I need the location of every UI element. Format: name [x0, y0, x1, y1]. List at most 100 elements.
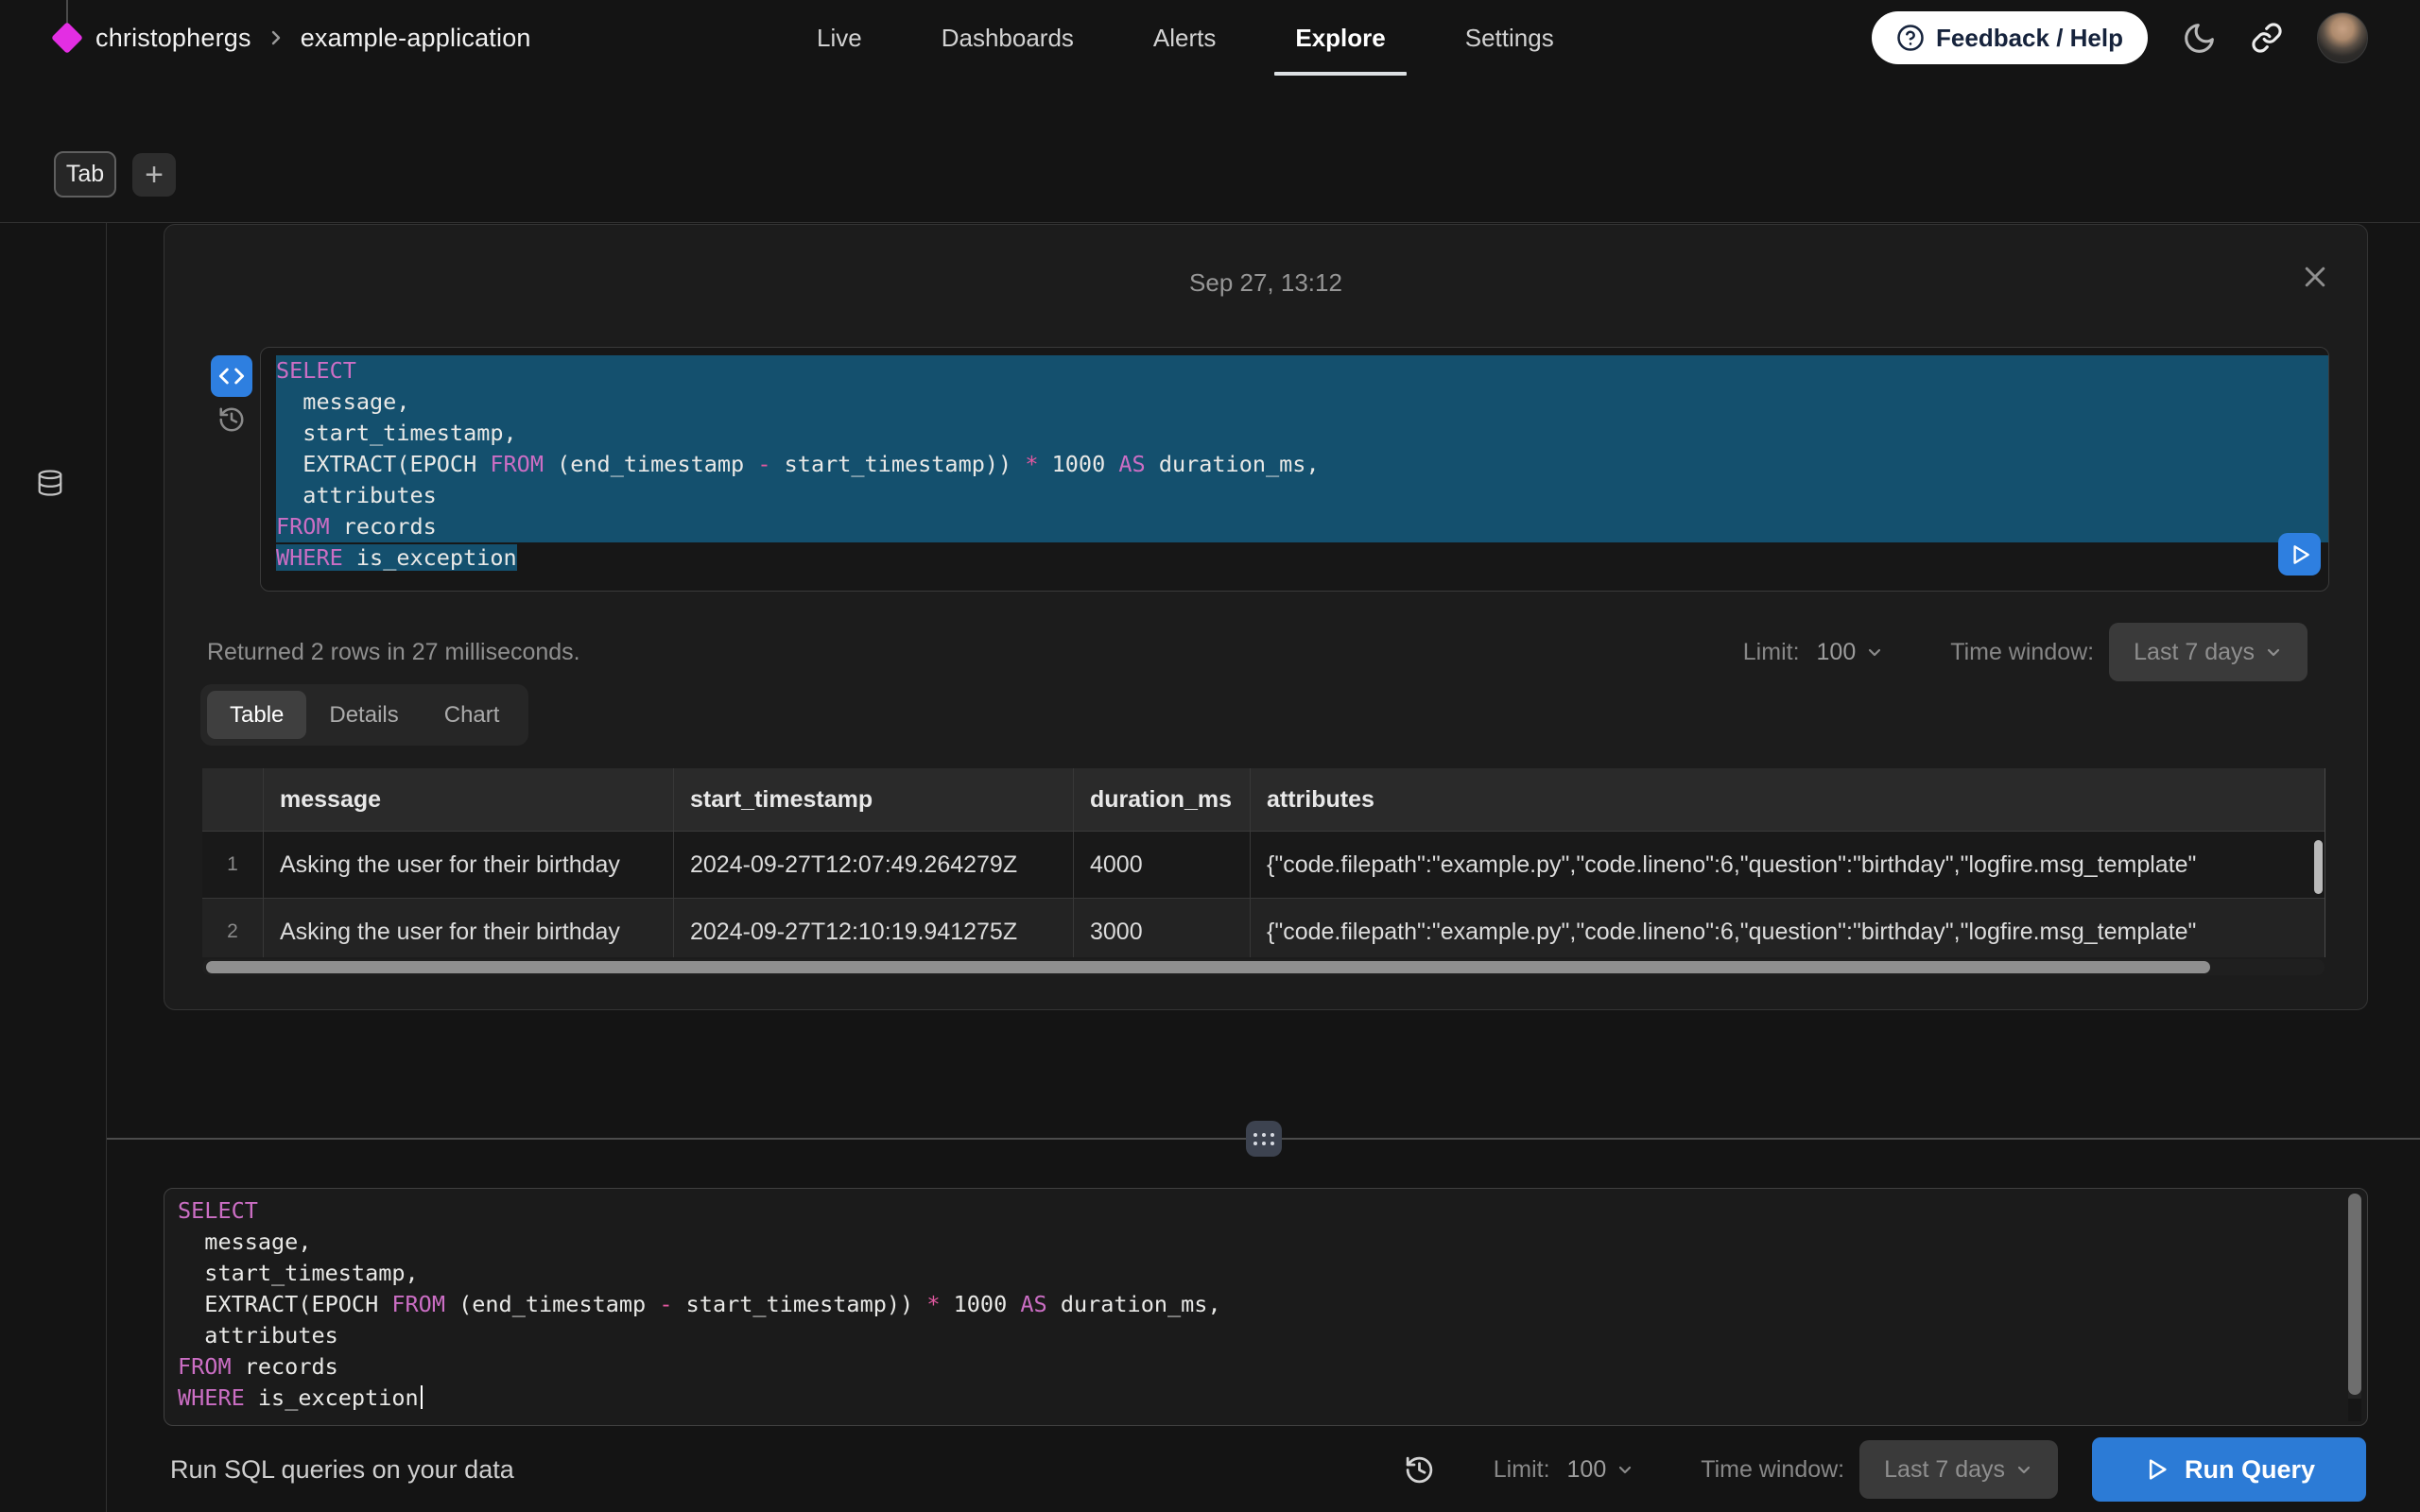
table-row[interactable]: 1 Asking the user for their birthday 202… [202, 831, 2325, 898]
col-message[interactable]: message [264, 768, 674, 831]
query-history-card: Sep 27, 13:12 SELECT message, start_time… [164, 224, 2368, 1010]
content-divider [0, 222, 2420, 223]
table-horizontal-scrollbar-track [202, 959, 2325, 975]
cell-message: Asking the user for their birthday [264, 899, 674, 957]
query-result-status: Returned 2 rows in 27 milliseconds. [207, 639, 580, 666]
active-tab-underline [1274, 72, 1406, 76]
limit-select[interactable]: 100 [1817, 639, 1885, 666]
limit-value: 100 [1817, 639, 1857, 666]
top-nav: christophergs example-application Live D… [0, 0, 2420, 76]
chevron-down-icon [2264, 643, 2283, 662]
col-start-timestamp[interactable]: start_timestamp [674, 768, 1074, 831]
logfire-diamond-icon [51, 22, 83, 54]
limit-label: Limit: [1743, 639, 1800, 666]
nav-settings[interactable]: Settings [1465, 0, 1554, 76]
table-horizontal-scrollbar[interactable] [206, 961, 2210, 973]
cell-attributes: {"code.filepath":"example.py","code.line… [1251, 899, 2325, 957]
nav-right-cluster: Feedback / Help [1872, 0, 2368, 76]
schema-sidebar [0, 223, 107, 1512]
result-view-tabs: Table Details Chart [200, 684, 528, 746]
limit-value: 100 [1567, 1456, 1607, 1484]
col-rownum [202, 768, 264, 831]
editor-vertical-scrollbar[interactable] [2348, 1194, 2361, 1395]
play-icon [2288, 542, 2312, 567]
saved-query-sql[interactable]: SELECT message, start_timestamp, EXTRACT… [260, 347, 2329, 592]
time-window-label: Time window: [1950, 639, 2094, 666]
nav-alerts[interactable]: Alerts [1153, 0, 1216, 76]
time-window-select[interactable]: Last 7 days [2109, 623, 2308, 681]
chevron-right-icon [267, 28, 285, 47]
query-timestamp: Sep 27, 13:12 [164, 268, 2367, 298]
feedback-help-label: Feedback / Help [1936, 24, 2123, 53]
run-query-button[interactable]: Run Query [2092, 1437, 2366, 1502]
run-saved-query-button[interactable] [2278, 533, 2321, 576]
chevron-down-icon [1865, 643, 1884, 662]
time-window-label: Time window: [1701, 1456, 1844, 1484]
nav-live[interactable]: Live [817, 0, 862, 76]
plus-icon: + [145, 157, 164, 194]
cell-attributes: {"code.filepath":"example.py","code.line… [1251, 832, 2325, 898]
cell-start-timestamp: 2024-09-27T12:10:19.941275Z [674, 899, 1074, 957]
panel-splitter-handle[interactable] [1246, 1121, 1282, 1157]
cell-message: Asking the user for their birthday [264, 832, 674, 898]
time-window-value: Last 7 days [1884, 1456, 2005, 1484]
query-history-button[interactable] [1404, 1454, 1435, 1486]
col-duration-ms[interactable]: duration_ms [1074, 768, 1251, 831]
history-icon [217, 405, 246, 434]
result-status-row: Returned 2 rows in 27 milliseconds. Limi… [207, 622, 2308, 682]
breadcrumb-project[interactable]: example-application [301, 24, 531, 53]
drag-handle-icon [1253, 1133, 1274, 1145]
share-link-button[interactable] [2251, 22, 2283, 54]
cell-duration-ms: 4000 [1074, 832, 1251, 898]
play-icon [2143, 1456, 2169, 1483]
limit-label: Limit: [1494, 1456, 1550, 1484]
theme-toggle-button[interactable] [2182, 21, 2217, 56]
run-bar: Run SQL queries on your data Limit: 100 … [107, 1427, 2420, 1512]
card-query-controls: Limit: 100 Time window: Last 7 days [1743, 623, 2308, 681]
logfire-explore-page: christophergs example-application Live D… [0, 0, 2420, 1512]
limit-select[interactable]: 100 [1567, 1456, 1635, 1484]
query-tab[interactable]: Tab [54, 151, 116, 198]
sql-editor[interactable]: SELECT message, start_timestamp, EXTRACT… [164, 1188, 2368, 1426]
breadcrumb: christophergs example-application [54, 0, 531, 76]
editor-scrollbar-corner [2348, 1399, 2361, 1421]
chevron-down-icon [1616, 1460, 1634, 1479]
logfire-logo[interactable] [54, 0, 82, 76]
user-avatar[interactable] [2317, 12, 2368, 63]
tab-details[interactable]: Details [306, 691, 421, 739]
tab-chart[interactable]: Chart [422, 691, 523, 739]
breadcrumb-org[interactable]: christophergs [95, 24, 251, 53]
nav-explore-label: Explore [1295, 24, 1385, 53]
cell-start-timestamp: 2024-09-27T12:07:49.264279Z [674, 832, 1074, 898]
restore-query-button[interactable] [217, 405, 246, 434]
table-row[interactable]: 2 Asking the user for their birthday 202… [202, 898, 2325, 957]
nav-explore[interactable]: Explore [1295, 0, 1385, 76]
tab-table[interactable]: Table [207, 691, 306, 739]
add-tab-button[interactable]: + [132, 153, 176, 197]
table-header-row: message start_timestamp duration_ms attr… [202, 768, 2325, 831]
close-icon [2301, 263, 2329, 291]
history-icon [1404, 1454, 1435, 1486]
main-nav: Live Dashboards Alerts Explore Settings [817, 0, 1554, 76]
database-schema-button[interactable] [36, 467, 64, 499]
chevron-down-icon [2014, 1460, 2033, 1479]
link-icon [2251, 22, 2283, 54]
code-icon [218, 363, 245, 389]
cell-rownum: 1 [202, 832, 264, 898]
close-card-button[interactable] [2301, 263, 2329, 291]
help-circle-icon [1896, 24, 1925, 52]
results-table: message start_timestamp duration_ms attr… [202, 768, 2325, 957]
database-icon [36, 467, 64, 499]
feedback-help-button[interactable]: Feedback / Help [1872, 11, 2148, 64]
run-controls: Limit: 100 Time window: Last 7 days Run … [1404, 1437, 2366, 1502]
sql-editor-content: SELECT message, start_timestamp, EXTRACT… [164, 1189, 2367, 1414]
time-window-select[interactable]: Last 7 days [1859, 1440, 2058, 1499]
table-vertical-scrollbar[interactable] [2314, 840, 2323, 894]
nav-dashboards[interactable]: Dashboards [942, 0, 1074, 76]
saved-query-block: SELECT message, start_timestamp, EXTRACT… [207, 347, 2329, 584]
code-view-button[interactable] [211, 355, 252, 397]
time-window-value: Last 7 days [2134, 639, 2255, 666]
col-attributes[interactable]: attributes [1251, 768, 2325, 831]
editor-hint: Run SQL queries on your data [170, 1455, 514, 1485]
cell-duration-ms: 3000 [1074, 899, 1251, 957]
